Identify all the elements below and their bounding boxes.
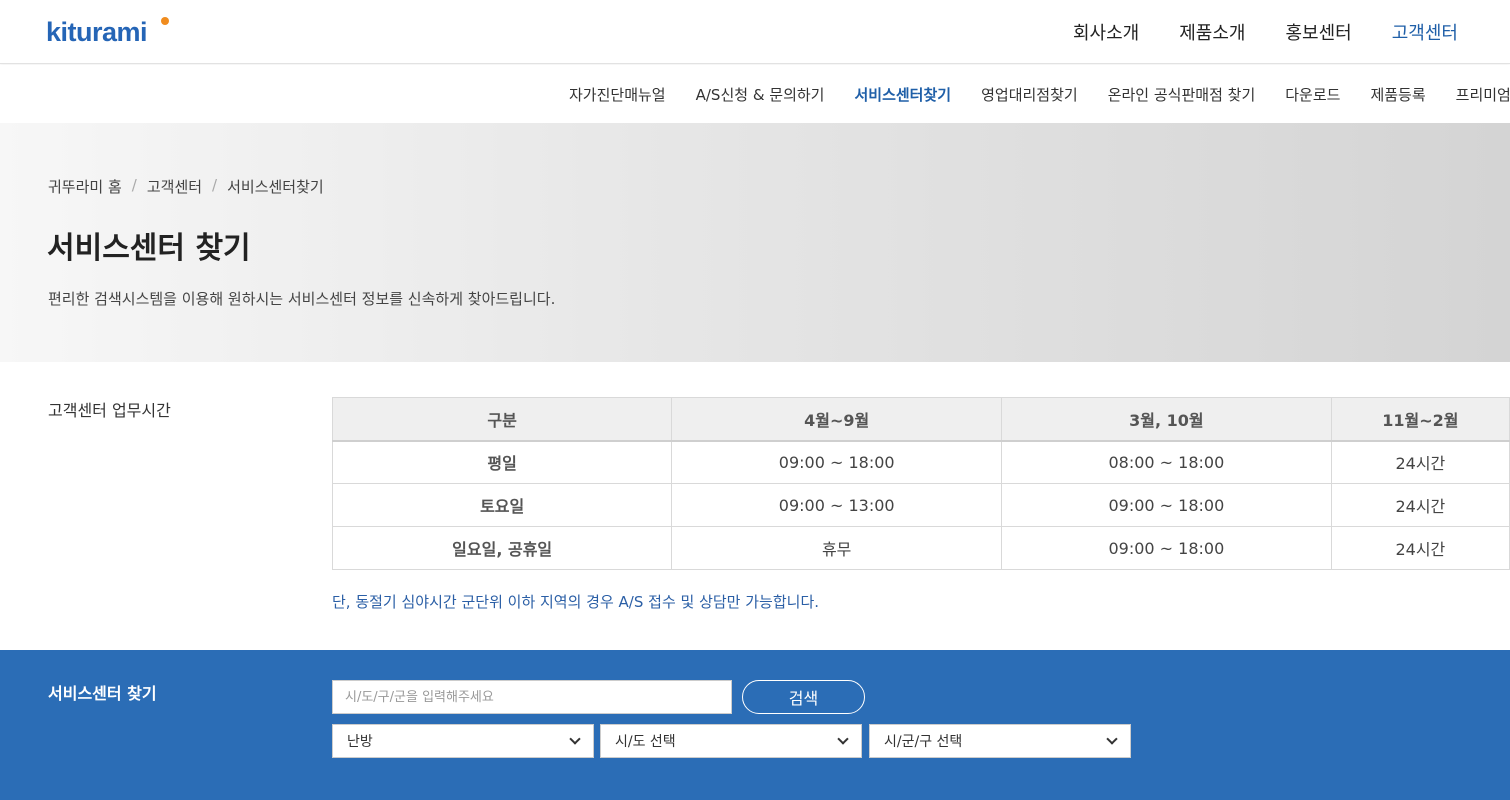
search-section: 서비스센터 찾기 검색 난방 시/도 선택 시/군/구 선택 [0,650,1510,800]
snb-premium[interactable]: 프리미엄 [1456,84,1510,105]
table-cell: 24시간 [1330,483,1510,527]
hours-label: 고객센터 업무시간 [48,401,171,420]
snb-service-center[interactable]: 서비스센터찾기 [854,84,951,105]
search-button[interactable]: 검색 [742,680,865,714]
district-select[interactable]: 시/군/구 선택 [869,724,1131,758]
breadcrumb-separator: / [212,176,218,194]
table-cell: 24시간 [1330,440,1510,484]
breadcrumb-customer-center[interactable]: 고객센터 [147,176,202,197]
table-cell: 평일 [331,440,673,484]
hours-notice: 단, 동절기 심야시간 군단위 이하 지역의 경우 A/S 접수 및 상담만 가… [332,593,820,611]
gnb-customer-center[interactable]: 고객센터 [1392,19,1458,45]
breadcrumb-current[interactable]: 서비스센터찾기 [227,176,324,197]
breadcrumb: 귀뚜라미 홈 / 고객센터 / 서비스센터찾기 [48,176,324,197]
site-header: kiturami 회사소개 제품소개 홍보센터 고객센터 [0,0,1510,64]
chevron-down-icon [837,733,849,745]
page-title: 서비스센터 찾기 [47,231,251,266]
table-row: 일요일, 공휴일 휴무 09:00 ~ 18:00 24시간 [331,526,1510,570]
gnb-company[interactable]: 회사소개 [1073,19,1139,45]
table-row: 평일 09:00 ~ 18:00 08:00 ~ 18:00 24시간 [331,440,1510,484]
hours-table: 구분 4월~9월 3월, 10월 11월~2월 평일 09:00 ~ 18:00… [331,397,1510,570]
table-cell: 24시간 [1330,526,1510,570]
main-nav: 회사소개 제품소개 홍보센터 고객센터 [1073,0,1458,64]
hero-banner: 귀뚜라미 홈 / 고객센터 / 서비스센터찾기 서비스센터 찾기 편리한 검색시… [0,123,1510,362]
select-value: 난방 [347,734,373,750]
category-select[interactable]: 난방 [332,724,594,758]
select-value: 시/군/구 선택 [884,734,963,750]
snb-as-request[interactable]: A/S신청 & 문의하기 [696,84,825,105]
chevron-down-icon [569,733,581,745]
breadcrumb-home[interactable]: 귀뚜라미 홈 [48,176,122,197]
snb-download[interactable]: 다운로드 [1285,84,1340,105]
table-row: 토요일 09:00 ~ 13:00 09:00 ~ 18:00 24시간 [331,483,1510,527]
snb-online-store[interactable]: 온라인 공식판매점 찾기 [1108,84,1256,105]
table-cell: 09:00 ~ 18:00 [1001,526,1332,570]
table-header-cell: 구분 [331,397,673,442]
region-search-input[interactable] [332,680,732,714]
breadcrumb-separator: / [131,176,137,194]
table-header-cell: 3월, 10월 [1001,397,1332,442]
page-description: 편리한 검색시스템을 이용해 원하시는 서비스센터 정보를 신속하게 찾아드립니… [48,290,556,308]
logo-accent-dot-icon [161,17,169,25]
table-cell: 09:00 ~ 13:00 [671,483,1003,527]
logo-text: kiturami [46,16,148,47]
gnb-products[interactable]: 제품소개 [1179,19,1245,45]
table-cell: 휴무 [671,526,1003,570]
table-header-cell: 11월~2월 [1330,397,1510,442]
table-header-cell: 4월~9월 [671,397,1003,442]
sub-nav: 자가진단매뉴얼 A/S신청 & 문의하기 서비스센터찾기 영업대리점찾기 온라인… [0,65,1510,123]
kiturami-logo[interactable]: kiturami [46,15,169,49]
province-select[interactable]: 시/도 선택 [600,724,862,758]
table-cell: 09:00 ~ 18:00 [671,440,1003,484]
table-cell: 09:00 ~ 18:00 [1001,483,1332,527]
snb-self-diagnosis[interactable]: 자가진단매뉴얼 [569,84,666,105]
table-cell: 토요일 [331,483,673,527]
chevron-down-icon [1106,733,1118,745]
select-value: 시/도 선택 [615,734,676,750]
snb-product-register[interactable]: 제품등록 [1370,84,1425,105]
snb-dealer[interactable]: 영업대리점찾기 [981,84,1078,105]
gnb-pr-center[interactable]: 홍보센터 [1286,19,1352,45]
search-label: 서비스센터 찾기 [48,684,157,703]
table-cell: 일요일, 공휴일 [331,526,673,570]
table-header-row: 구분 4월~9월 3월, 10월 11월~2월 [331,397,1510,442]
table-cell: 08:00 ~ 18:00 [1001,440,1332,484]
